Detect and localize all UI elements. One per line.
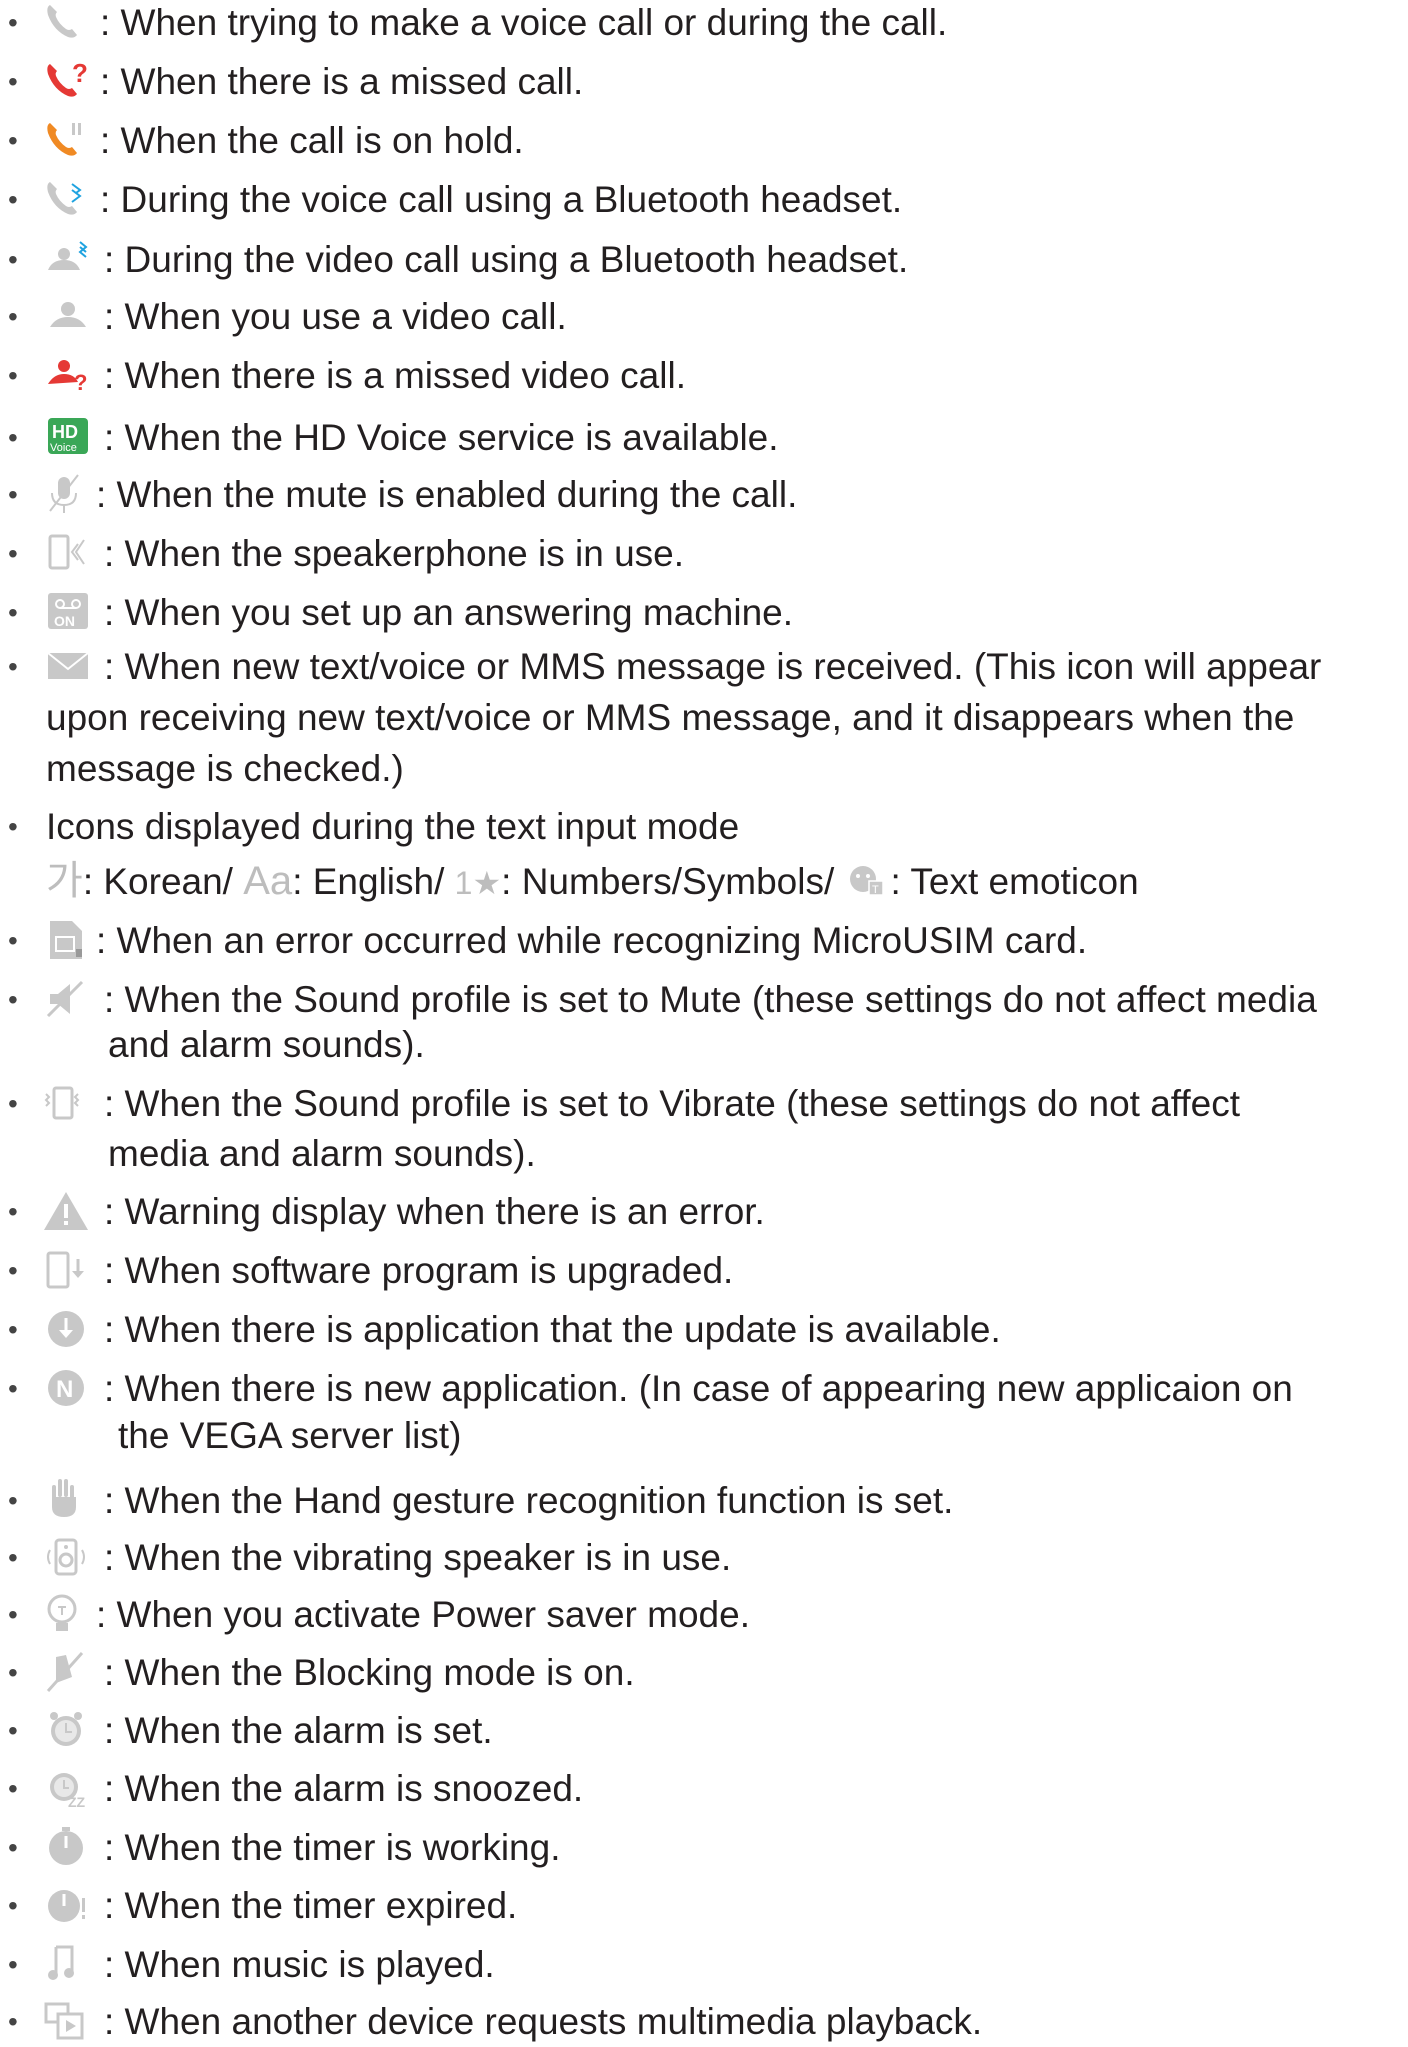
item-text: : When the Hand gesture recognition func… bbox=[104, 1480, 954, 1521]
item-text: : When music is played. bbox=[104, 1944, 495, 1985]
svg-text:ZZ: ZZ bbox=[68, 1794, 86, 1809]
svg-text:T: T bbox=[872, 884, 879, 896]
item-text: : When there is a missed call. bbox=[100, 61, 584, 102]
speakerphone-icon bbox=[42, 532, 98, 574]
sound-mute-icon bbox=[42, 978, 98, 1020]
english-input-icon: Aa bbox=[243, 859, 293, 903]
item-text: : When you activate Power saver mode. bbox=[96, 1594, 750, 1635]
item-text: : When new text/voice or MMS message is … bbox=[104, 646, 1322, 687]
item-text: : When the call is on hold. bbox=[100, 120, 524, 161]
item-text: : When the timer expired. bbox=[104, 1885, 518, 1926]
app-update-icon bbox=[42, 1308, 98, 1350]
software-upgrade-icon bbox=[42, 1249, 98, 1291]
svg-text:?: ? bbox=[74, 370, 87, 395]
answering-machine-icon: ON bbox=[42, 591, 98, 633]
item-text-continuation: and alarm sounds). bbox=[108, 1024, 425, 1065]
missed-video-call-icon: ? bbox=[42, 354, 98, 396]
korean-input-icon: 가 bbox=[46, 859, 83, 903]
item-text: : When software program is upgraded. bbox=[104, 1250, 734, 1291]
english-label: : English/ bbox=[292, 861, 445, 902]
bluetooth-voice-call-icon bbox=[42, 178, 98, 220]
svg-text:HD: HD bbox=[52, 422, 78, 442]
item-text: : When there is a missed video call. bbox=[104, 355, 686, 396]
alarm-icon bbox=[42, 1709, 98, 1751]
item-text: : When you use a video call. bbox=[104, 296, 567, 337]
phone-call-icon bbox=[42, 1, 98, 43]
blocking-mode-icon bbox=[42, 1651, 98, 1693]
numbers-symbols-label: : Numbers/Symbols/ bbox=[501, 861, 835, 902]
usim-error-icon bbox=[42, 919, 98, 961]
bluetooth-video-call-icon bbox=[42, 238, 98, 280]
new-app-icon: N bbox=[42, 1367, 98, 1409]
item-text: : When the alarm is set. bbox=[104, 1710, 493, 1751]
item-text: : When the vibrating speaker is in use. bbox=[104, 1537, 732, 1578]
item-text: : When the alarm is snoozed. bbox=[104, 1768, 584, 1809]
item-text-continuation: message is checked.) bbox=[46, 748, 404, 789]
svg-text:?: ? bbox=[72, 60, 88, 88]
vibrate-icon bbox=[42, 1082, 98, 1124]
item-text: : Warning display when there is an error… bbox=[104, 1191, 765, 1232]
item-text: : When you set up an answering machine. bbox=[104, 592, 793, 633]
numbers-symbols-input-icon: 1★ bbox=[454, 865, 502, 901]
korean-label: : Korean/ bbox=[82, 861, 233, 902]
missed-call-icon: ? bbox=[42, 60, 98, 102]
item-text: : When the HD Voice service is available… bbox=[104, 417, 779, 458]
item-text: : When the timer is working. bbox=[104, 1827, 561, 1868]
call-on-hold-icon bbox=[42, 119, 98, 161]
svg-text:Voice: Voice bbox=[50, 442, 77, 454]
item-text-continuation: the VEGA server list) bbox=[118, 1415, 462, 1456]
item-text: : When the Sound profile is set to Vibra… bbox=[104, 1083, 1241, 1124]
multimedia-playback-icon bbox=[42, 2000, 98, 2042]
text-emoticon-icon: T bbox=[845, 863, 889, 899]
vibrating-speaker-icon bbox=[42, 1536, 98, 1578]
timer-expired-icon bbox=[42, 1884, 98, 1926]
power-saver-icon bbox=[42, 1593, 98, 1635]
item-text: Icons displayed during the text input mo… bbox=[46, 806, 740, 847]
music-icon bbox=[42, 1943, 98, 1985]
video-call-icon bbox=[42, 295, 98, 337]
item-text: : When the mute is enabled during the ca… bbox=[96, 474, 798, 515]
mute-mic-icon bbox=[42, 473, 98, 515]
item-text: : During the voice call using a Bluetoot… bbox=[100, 179, 903, 220]
warning-icon bbox=[42, 1190, 98, 1232]
timer-icon bbox=[42, 1826, 98, 1868]
svg-text:N: N bbox=[56, 1376, 73, 1403]
item-text: : When trying to make a voice call or du… bbox=[100, 2, 948, 43]
text-emoticon-label: : Text emoticon bbox=[890, 861, 1139, 902]
item-text: : When an error occurred while recognizi… bbox=[96, 920, 1088, 961]
item-text-continuation: media and alarm sounds). bbox=[108, 1133, 536, 1174]
item-text: : During the video call using a Bluetoot… bbox=[104, 239, 909, 280]
hand-gesture-icon bbox=[42, 1479, 98, 1521]
item-text: : When the Sound profile is set to Mute … bbox=[104, 979, 1317, 1020]
document-page: • : When trying to make a voice call or … bbox=[0, 0, 1408, 2042]
item-text: : When there is application that the upd… bbox=[104, 1309, 1001, 1350]
item-text: : When another device requests multimedi… bbox=[104, 2001, 983, 2042]
item-text: : When the Blocking mode is on. bbox=[104, 1652, 635, 1693]
alarm-snooze-icon: ZZ bbox=[42, 1767, 98, 1809]
item-text: : When there is new application. (In cas… bbox=[104, 1368, 1293, 1409]
input-mode-icons-line: 가: Korean/ Aa: English/ 1★: Numbers/Symb… bbox=[46, 856, 1139, 909]
item-text: : When the speakerphone is in use. bbox=[104, 533, 685, 574]
svg-text:ON: ON bbox=[54, 613, 75, 629]
hd-voice-icon: HD Voice bbox=[42, 416, 98, 458]
message-envelope-icon bbox=[42, 645, 98, 687]
item-text-continuation: upon receiving new text/voice or MMS mes… bbox=[46, 697, 1295, 738]
